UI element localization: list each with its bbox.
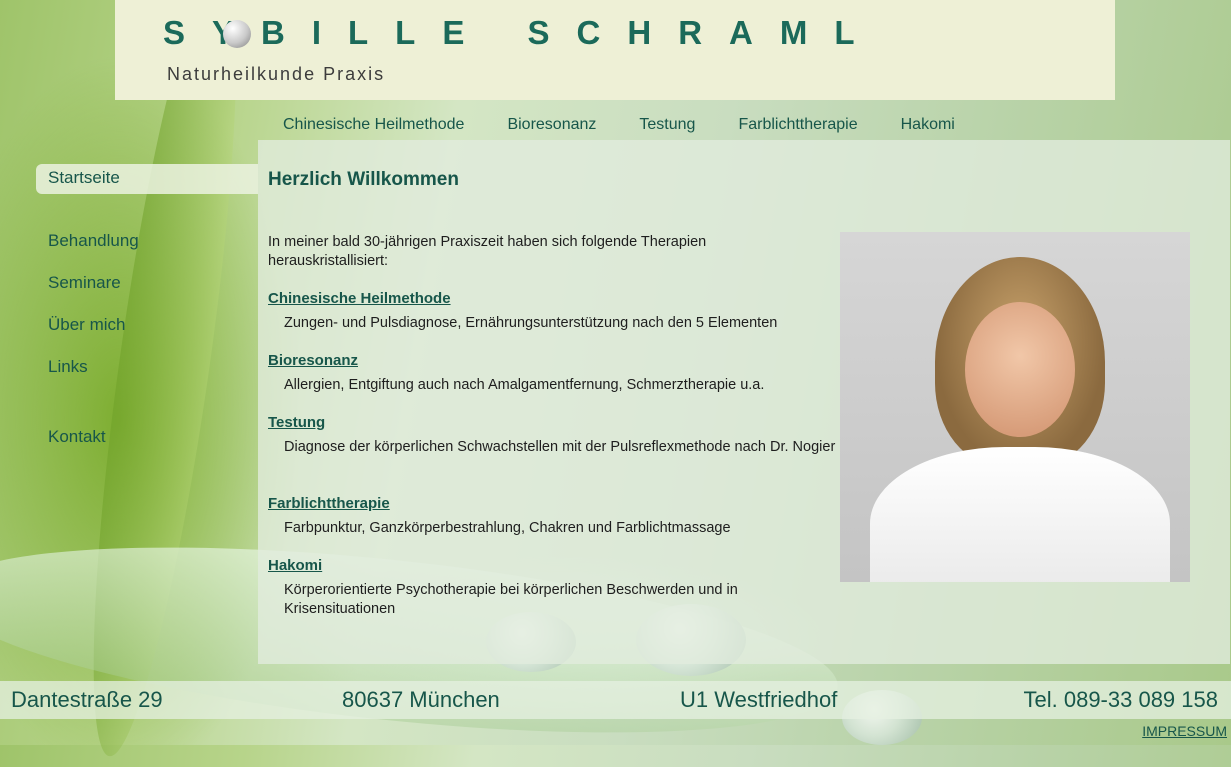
sidenav-ueber-mich[interactable]: Über mich: [36, 311, 258, 341]
service-description: Diagnose der körperlichen Schwachstellen…: [284, 439, 836, 455]
footer-phone: Tel. 089-33 089 158: [1023, 687, 1219, 712]
page-title: Herzlich Willkommen: [268, 169, 459, 190]
intro-text: In meiner bald 30-jährigen Praxiszeit ha…: [268, 234, 707, 269]
topnav-hakomi[interactable]: Hakomi: [901, 116, 955, 134]
service-item: Hakomi Körperorientierte Psychotherapie …: [268, 557, 838, 619]
topnav-farblichttherapie[interactable]: Farblichttherapie: [738, 116, 857, 134]
sidenav-startseite[interactable]: Startseite: [36, 164, 258, 194]
service-description: Allergien, Entgiftung auch nach Amalgame…: [284, 377, 765, 393]
footer-transit: U1 Westfriedhof: [680, 687, 838, 712]
service-item: Bioresonanz Allergien, Entgiftung auch n…: [268, 352, 838, 395]
service-link-bioresonanz[interactable]: Bioresonanz: [268, 352, 358, 369]
service-link-hakomi[interactable]: Hakomi: [268, 557, 322, 574]
service-link-testung[interactable]: Testung: [268, 414, 325, 431]
sidenav-behandlung[interactable]: Behandlung: [36, 227, 258, 257]
footer-street: Dantestraße 29: [11, 687, 163, 712]
footer-city: 80637 München: [342, 687, 500, 712]
main-content: Herzlich Willkommen In meiner bald 30-jä…: [258, 140, 1230, 664]
service-item: Chinesische Heilmethode Zungen- und Puls…: [268, 290, 838, 333]
top-navigation: Chinesische Heilmethode Bioresonanz Test…: [283, 116, 998, 134]
side-navigation: Startseite Behandlung Seminare Über mich…: [36, 164, 258, 453]
sidenav-seminare[interactable]: Seminare: [36, 269, 258, 299]
contact-footer: Dantestraße 29 80637 München U1 Westfrie…: [0, 681, 1231, 719]
topnav-bioresonanz[interactable]: Bioresonanz: [507, 116, 596, 134]
service-item: Farblichttherapie Farbpunktur, Ganzkörpe…: [268, 495, 838, 538]
service-link-farblichttherapie[interactable]: Farblichttherapie: [268, 495, 390, 512]
site-header: SYBILLE SCHRAML Naturheilkunde Praxis: [115, 0, 1115, 100]
service-description: Körperorientierte Psychotherapie bei kör…: [284, 582, 738, 617]
photo-shirt: [870, 447, 1170, 582]
photo-face: [965, 302, 1075, 437]
service-description: Zungen- und Pulsdiagnose, Ernährungsunte…: [284, 315, 778, 331]
service-item: Testung Diagnose der körperlichen Schwac…: [268, 414, 838, 457]
logo-name: SYBILLE SCHRAML: [163, 14, 882, 51]
sidenav-kontakt[interactable]: Kontakt: [36, 423, 258, 453]
service-description: Farbpunktur, Ganzkörperbestrahlung, Chak…: [284, 520, 731, 536]
impressum-link[interactable]: IMPRESSUM: [1142, 723, 1227, 739]
portrait-photo: [840, 232, 1190, 582]
topnav-testung[interactable]: Testung: [639, 116, 695, 134]
service-link-chinesische-heilmethode[interactable]: Chinesische Heilmethode: [268, 290, 451, 307]
logo-subtitle: Naturheilkunde Praxis: [167, 64, 386, 84]
logo-ball-icon: [223, 20, 251, 48]
topnav-chinesische-heilmethode[interactable]: Chinesische Heilmethode: [283, 116, 464, 134]
sidenav-links[interactable]: Links: [36, 353, 258, 383]
